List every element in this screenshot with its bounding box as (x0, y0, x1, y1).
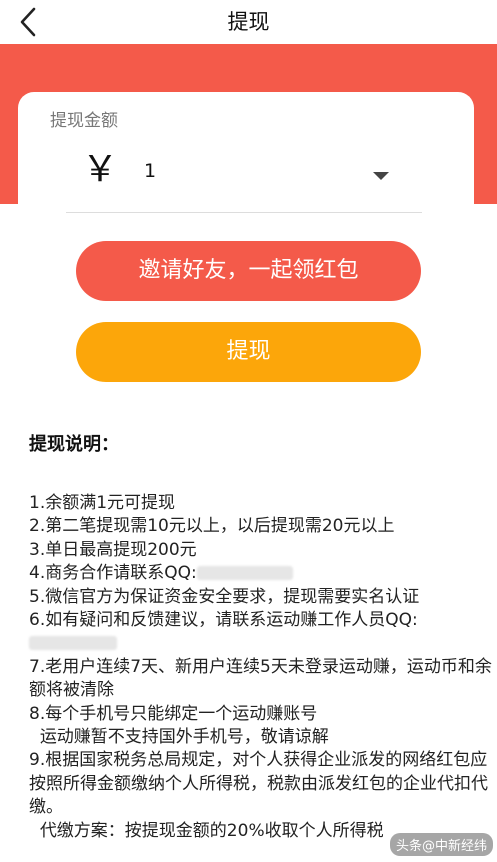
explanation-title: 提现说明： (29, 434, 119, 455)
list-item: 8.每个手机号只能绑定一个运动赚账号 (29, 703, 318, 724)
list-item: 1.余额满1元可提现 (29, 493, 176, 513)
explanation-list: 1.余额满1元可提现 2.第二笔提现需10元以上，以后提现需20元以上 3.单日… (29, 492, 497, 843)
blurred-qq (196, 566, 293, 581)
watermark: 头条@中新经纬 (389, 833, 493, 856)
list-item: 4.商务合作请联系QQ: (29, 562, 497, 585)
page-title: 提现 (227, 10, 270, 34)
list-item: 运动赚暂不支持国外手机号，敬请谅解 (29, 727, 329, 748)
invite-friends-button[interactable]: 邀请好友，一起领红包 (76, 241, 421, 301)
currency-symbol: ￥ (82, 149, 119, 190)
amount-underline (66, 212, 422, 213)
list-item: 9.根据国家税务总局规定，对个人获得企业派发的网络红包应按照所得金额缴纳个人所得… (29, 750, 488, 818)
list-item: 2.第二笔提现需10元以上，以后提现需20元以上 (29, 516, 395, 537)
amount-label: 提现金额 (50, 111, 118, 131)
withdraw-explanation: 提现说明： 1.余额满1元可提现 2.第二笔提现需10元以上，以后提现需20元以… (29, 432, 497, 843)
dropdown-caret-icon[interactable] (373, 172, 389, 180)
list-item: 3.单日最高提现200元 (29, 539, 197, 560)
withdraw-amount-card: 提现金额 ￥ 1 (18, 92, 474, 220)
amount-value[interactable]: 1 (144, 160, 344, 182)
list-item: 5.微信官方为保证资金安全要求，提现需要实名认证 (29, 586, 420, 607)
withdraw-button[interactable]: 提现 (76, 322, 421, 382)
blurred-qq (29, 636, 117, 651)
list-item: 7.老用户连续7天、新用户连续5天未登录运动赚，运动币和余额将被清除 (29, 656, 492, 701)
top-nav-bar: 提现 (0, 0, 497, 44)
list-item: 6.如有疑问和反馈建议，请联系运动赚工作人员QQ: (29, 609, 497, 656)
